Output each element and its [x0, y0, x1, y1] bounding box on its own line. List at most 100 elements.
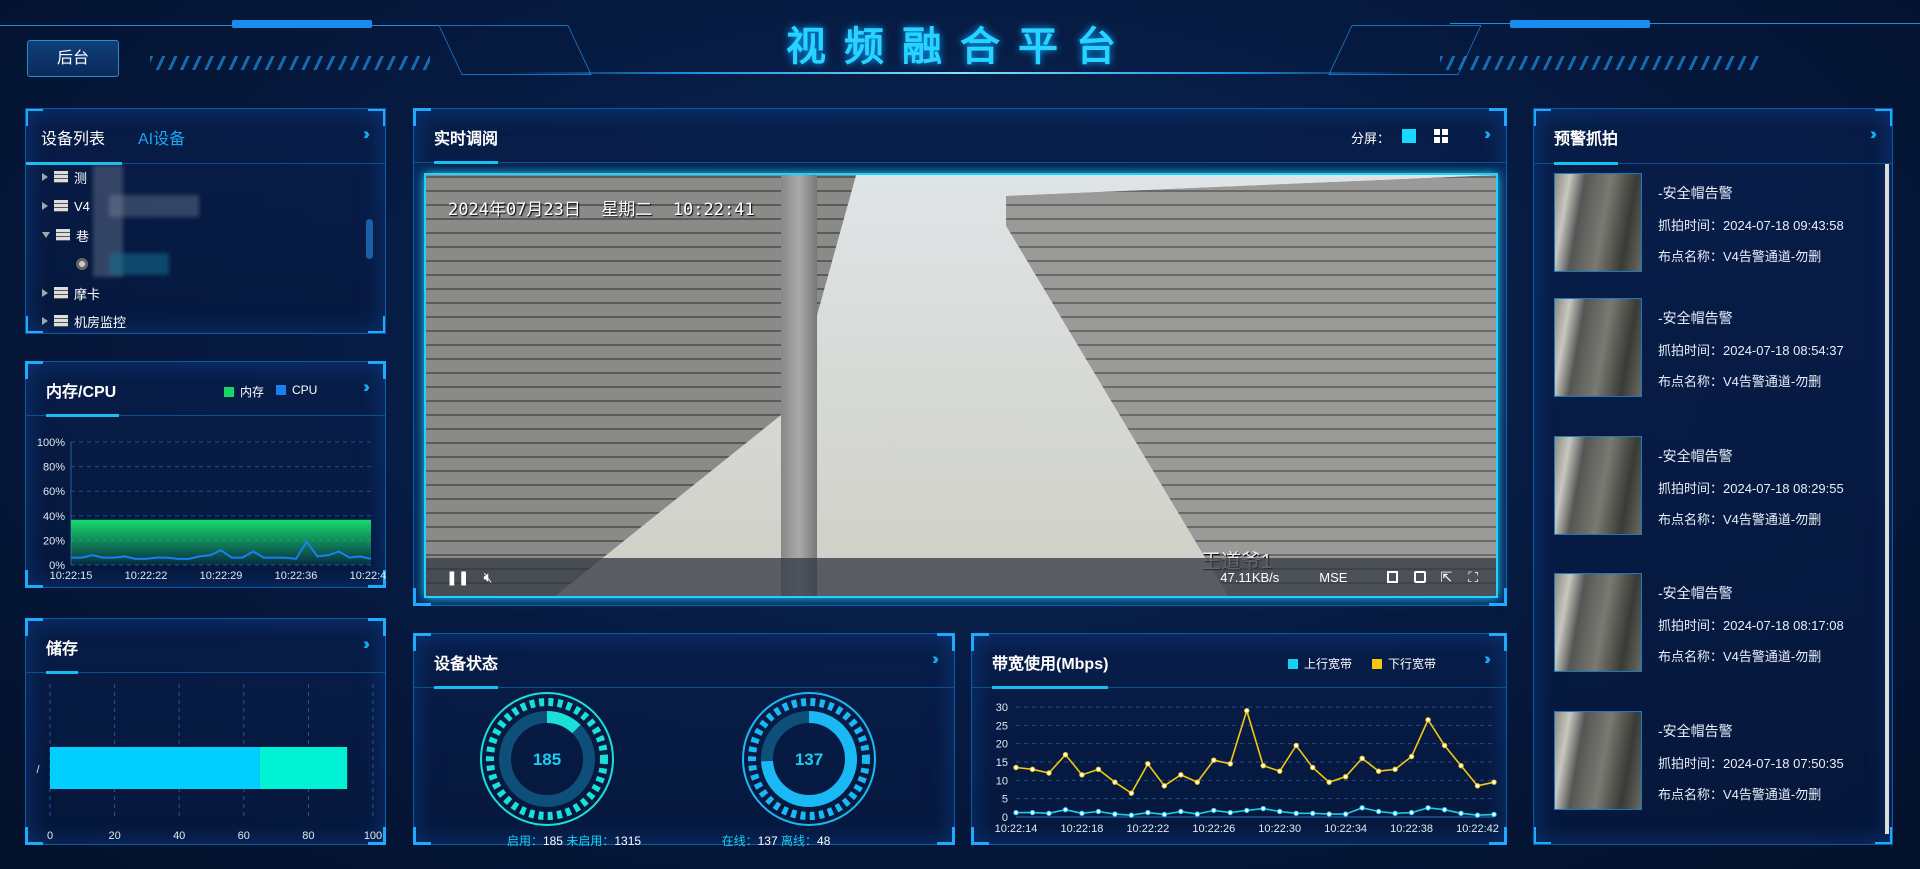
uplink-point	[1112, 811, 1118, 817]
alert-site: 布点名称：V4告警通道-勿删	[1658, 649, 1822, 664]
alert-thumbnail[interactable]	[1554, 436, 1642, 535]
tab-ai-devices[interactable]: AI设备	[138, 125, 185, 149]
expand-icon[interactable]	[42, 202, 48, 210]
record-icon[interactable]	[1414, 571, 1427, 583]
expand-icon[interactable]	[42, 317, 48, 325]
y-tick-label: 80%	[43, 462, 65, 474]
tree-item[interactable]: V4	[42, 196, 90, 216]
mem-cpu-chart: 0%20%40%60%80%100%10:22:15 10:22:22 10:22:…	[37, 437, 387, 582]
y-tick-label: 15	[996, 757, 1008, 769]
tree-item[interactable]: 测	[42, 167, 87, 187]
alert-thumbnail[interactable]	[1554, 298, 1642, 397]
mem-cpu-panel: 内存/CPU 内存 CPU ››› 0% 20% 40% 60% 80% 100% 10:2…	[25, 361, 387, 588]
x-tick-label: 10:22:26	[1192, 823, 1235, 835]
bandwidth-chart: 05101520253010:22:14 10:22:18 10:22:22 10:2…	[995, 702, 1499, 835]
uplink-point	[1095, 808, 1102, 815]
snapshot-icon[interactable]	[1387, 571, 1399, 583]
x-tick-label: 100	[364, 830, 382, 842]
header: 视频融合平台	[0, 0, 1920, 85]
alert-thumbnail[interactable]	[1554, 573, 1642, 672]
more-arrows-icon[interactable]: ›››	[363, 124, 370, 144]
alert-item[interactable]: -安全帽告警 抓拍时间：2024-07-18 08:17:08 布点名称：V4告…	[1554, 573, 1884, 673]
alert-time: 抓拍时间：2024-07-18 08:29:55	[1658, 481, 1844, 496]
expand-icon[interactable]	[42, 173, 48, 181]
more-arrows-icon[interactable]: ›››	[1484, 649, 1491, 669]
downlink-point	[1375, 768, 1382, 774]
tree-item[interactable]: 机房监控	[42, 311, 126, 331]
server-icon	[56, 229, 70, 241]
downlink-point	[1408, 753, 1415, 760]
uplink-point	[1441, 806, 1448, 813]
tree-item[interactable]: 摩卡	[42, 283, 100, 303]
x-tick-label: 60	[238, 830, 250, 842]
alert-capture-panel: 预警抓拍 ››› -安全帽告警 抓拍时间：2024-07-18 09:43:58 …	[1533, 108, 1893, 845]
blurred-label	[109, 195, 199, 217]
alert-item[interactable]: -安全帽告警 抓拍时间：2024-07-18 08:54:37 布点名称：V4告…	[1554, 298, 1884, 398]
fullscreen-icon[interactable]: ⛶	[1468, 569, 1478, 586]
tab-device-list[interactable]: 设备列表	[41, 125, 105, 149]
alert-thumbnail[interactable]	[1554, 173, 1642, 272]
downlink-point	[1178, 772, 1184, 778]
live-view-panel: 实时调阅 分屏： ››› 2024年07月23日 星期二 10:22:41 王道…	[413, 108, 1507, 606]
more-arrows-icon[interactable]: ›››	[1870, 124, 1877, 144]
device-list-panel: 设备列表 AI设备 ››› 测 V4 巷 摩卡 机房监控	[25, 108, 386, 334]
y-tick-label: 30	[996, 702, 1008, 714]
x-tick-label: 10:22:30	[1258, 823, 1301, 835]
legend-swatch	[276, 385, 286, 395]
uplink-point	[1392, 810, 1398, 817]
alert-item[interactable]: -安全帽告警 抓拍时间：2024-07-18 08:29:55 布点名称：V4告…	[1554, 436, 1884, 536]
downlink-point	[1145, 761, 1151, 767]
alert-thumbnail[interactable]	[1554, 711, 1642, 810]
downlink-point	[1293, 742, 1299, 749]
alert-item[interactable]: -安全帽告警 抓拍时间：2024-07-18 07:50:35 布点名称：V4告…	[1554, 711, 1884, 811]
ptz-icon[interactable]: ⇱	[1440, 569, 1452, 586]
more-arrows-icon[interactable]: ›››	[363, 377, 370, 397]
x-tick-label: 80	[302, 830, 314, 842]
alert-type: -安全帽告警	[1658, 723, 1733, 739]
more-arrows-icon[interactable]: ›››	[1484, 124, 1491, 144]
uplink-point	[1277, 808, 1283, 815]
tree-item-camera[interactable]	[76, 254, 94, 274]
mute-icon[interactable]: 🔇︎	[483, 569, 492, 586]
uplink-point	[1046, 810, 1052, 817]
downlink-point	[1029, 766, 1036, 773]
legend-memory[interactable]: 内存	[224, 383, 264, 400]
downlink-point	[1491, 779, 1497, 785]
storage-chart: 0 20 40 60 80 100 /	[36, 684, 382, 842]
alert-site: 布点名称：V4告警通道-勿删	[1658, 249, 1822, 264]
video-osd-time: 2024年07月23日 星期二 10:22:41	[448, 200, 755, 220]
collapse-icon[interactable]	[42, 232, 50, 238]
more-arrows-icon[interactable]: ›››	[932, 649, 939, 669]
alert-item[interactable]: -安全帽告警 抓拍时间：2024-07-18 09:43:58 布点名称：V4告…	[1554, 173, 1884, 273]
storage-bar-segment	[259, 747, 348, 789]
blurred-label	[109, 253, 169, 275]
uplink-point	[1029, 809, 1036, 816]
protocol: MSE	[1319, 569, 1348, 585]
x-tick-label: 10:22:14	[995, 823, 1038, 835]
tree-item[interactable]: 巷	[42, 225, 89, 245]
downlink-point	[1161, 783, 1168, 789]
more-arrows-icon[interactable]: ›››	[363, 634, 370, 654]
split-single-icon[interactable]	[1402, 129, 1416, 143]
alert-site: 布点名称：V4告警通道-勿删	[1658, 787, 1822, 802]
scrollbar[interactable]	[1885, 164, 1889, 834]
camera-icon	[76, 258, 88, 270]
scrollbar[interactable]	[366, 219, 373, 259]
back-button[interactable]: 后台	[27, 40, 119, 77]
uplink-point	[1342, 811, 1349, 817]
uplink-point	[1227, 809, 1233, 816]
video-player[interactable]: 2024年07月23日 星期二 10:22:41 王道爷1 ❚❚ 🔇︎ 47.1…	[424, 173, 1498, 598]
expand-icon[interactable]	[42, 289, 48, 297]
pause-icon[interactable]: ❚❚	[446, 569, 469, 586]
split-label: 分屏：	[1350, 131, 1390, 146]
x-tick-label: 10:22:29	[200, 570, 243, 582]
alert-site: 布点名称：V4告警通道-勿删	[1658, 374, 1822, 389]
downlink-point	[1062, 751, 1069, 758]
split-quad-icon[interactable]	[1434, 129, 1448, 143]
downlink-point	[1277, 768, 1283, 774]
y-tick-label: 20	[996, 739, 1008, 751]
panel-title: 内存/CPU	[46, 384, 117, 401]
legend-uplink[interactable]: 上行宽带	[1288, 655, 1352, 672]
legend-cpu[interactable]: CPU	[276, 383, 317, 397]
legend-downlink[interactable]: 下行宽带	[1372, 655, 1436, 672]
